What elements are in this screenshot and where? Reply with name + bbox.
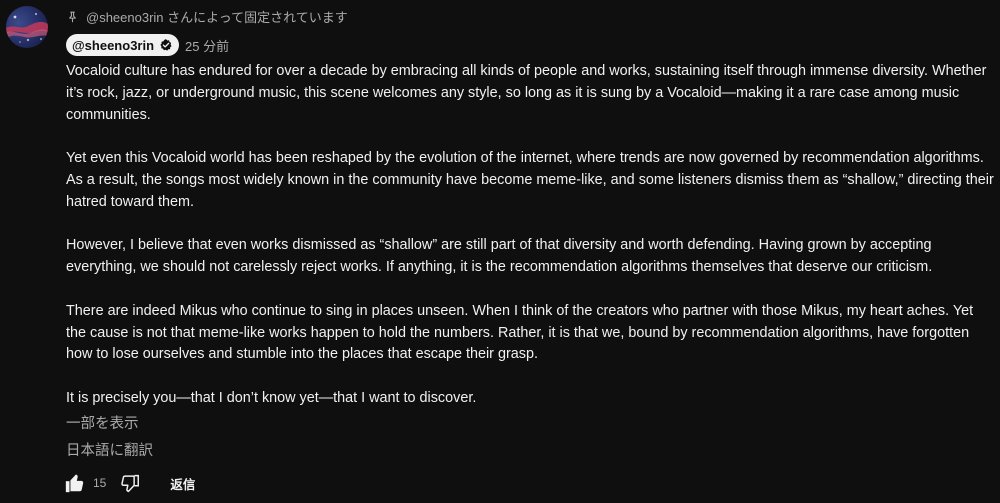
verified-icon bbox=[159, 38, 173, 52]
like-count: 15 bbox=[93, 476, 107, 490]
comment-actions: 15 返信 bbox=[63, 470, 195, 496]
comment-paragraph: Vocaloid culture has endured for over a … bbox=[66, 63, 987, 123]
thumbs-up-icon[interactable] bbox=[63, 471, 87, 495]
pinned-indicator: @sheeno3rin さんによって固定されています bbox=[66, 7, 348, 25]
comment-text: Vocaloid culture has endured for over a … bbox=[66, 61, 996, 410]
pin-icon bbox=[66, 10, 79, 23]
comment-timestamp[interactable]: 25 分前 bbox=[185, 36, 229, 55]
author-chip[interactable]: @sheeno3rin bbox=[66, 34, 180, 56]
avatar-image bbox=[6, 13, 48, 43]
comment-header: @sheeno3rin 25 分前 bbox=[66, 33, 229, 57]
pinned-text: @sheeno3rin さんによって固定されています bbox=[86, 9, 348, 25]
thumbs-down-icon[interactable] bbox=[118, 471, 142, 495]
avatar[interactable] bbox=[6, 6, 48, 48]
comment-paragraph: It is precisely you—that I don’t know ye… bbox=[66, 389, 477, 406]
show-less-button[interactable]: 一部を表示 bbox=[66, 412, 139, 433]
comment-paragraph: Yet even this Vocaloid world has been re… bbox=[66, 150, 994, 210]
author-name[interactable]: @sheeno3rin bbox=[72, 38, 154, 53]
reply-button[interactable]: 返信 bbox=[170, 474, 195, 493]
comment-paragraph: However, I believe that even works dismi… bbox=[66, 237, 933, 276]
translate-button[interactable]: 日本語に翻訳 bbox=[66, 439, 153, 460]
comment-paragraph: There are indeed Mikus who continue to s… bbox=[66, 302, 974, 363]
